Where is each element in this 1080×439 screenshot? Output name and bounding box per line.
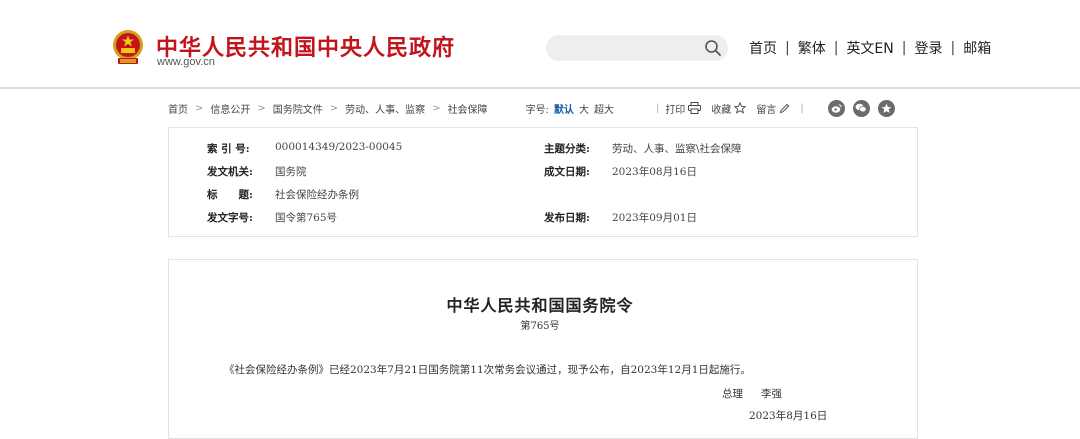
breadcrumb-item-social-security[interactable]: 社会保障 [448,101,488,116]
site-header: 中华人民共和国中央人民政府 www.gov.cn 首页 | 繁体 | 英文EN … [0,0,1080,88]
nav-separator: | [901,40,907,56]
comment-label: 留言 [756,104,777,116]
font-size-xlarge-option[interactable]: 超大 [594,101,614,116]
site-domain: www.gov.cn [157,56,215,68]
metadata-label: 标 题: [207,189,253,201]
metadata-value: 国令第765号 [275,212,338,224]
document-number: 第765号 [520,321,560,332]
document-body-text: 《社会保险经办条例》已经2023年7月21日国务院第11次常务会议通过，现予公布… [224,364,751,376]
metadata-value: 2023年08月16日 [612,166,697,178]
print-button[interactable]: 打印 [665,101,702,116]
signature-name: 李强 [761,388,782,400]
pencil-icon [780,103,790,113]
font-size-default-option[interactable]: 默认 [554,101,574,116]
document-title: 中华人民共和国国务院令 [446,296,634,315]
metadata-title-row: 标 题: 社会保险经办条例 [207,187,359,202]
print-label: 打印 [665,104,686,116]
metadata-topic-row: 主题分类: 劳动、人事、监察\社会保障 [544,141,742,156]
search-input[interactable] [546,35,728,61]
wechat-icon[interactable] [852,99,870,117]
metadata-written-date-row: 成文日期: 2023年08月16日 [544,164,697,179]
metadata-value: 社会保险经办条例 [275,189,359,201]
tools-divider: | [655,102,660,114]
favorite-label: 收藏 [711,104,732,116]
weibo-icon[interactable] [827,99,845,117]
breadcrumb-item-info[interactable]: 信息公开 [210,101,250,116]
breadcrumb-separator: > [432,102,441,114]
font-size-large-option[interactable]: 大 [579,101,589,116]
nav-traditional-link[interactable]: 繁体 [798,38,826,58]
metadata-label: 发文字号: [207,212,253,224]
metadata-label: 成文日期: [544,166,590,178]
nav-english-link[interactable]: 英文EN [846,38,893,58]
nav-separator: | [785,40,790,56]
metadata-value: 国务院 [275,166,307,178]
metadata-issuer-row: 发文机关: 国务院 [207,164,307,179]
nav-mail-link[interactable]: 邮箱 [963,38,991,58]
document-signature: 总理 李强 [722,386,782,401]
breadcrumb-separator: > [257,102,266,114]
tools-divider: | [800,102,804,114]
national-emblem-icon[interactable] [110,28,146,68]
font-size-selector: 字号: 默认 大 超大 [526,101,614,116]
metadata-label: 发布日期: [544,212,590,224]
nav-login-link[interactable]: 登录 [914,38,942,58]
signature-title: 总理 [722,388,743,400]
header-divider [0,87,1080,89]
metadata-value: 000014349/2023-00045 [275,141,403,153]
font-size-label: 字号: [525,104,549,116]
share-group [827,99,903,117]
star-icon [734,102,747,114]
breadcrumb-separator: > [329,102,339,114]
page-tools: | 打印 收藏 留言 | [656,101,810,116]
breadcrumb-item-state-council-docs[interactable]: 国务院文件 [273,101,323,116]
document-date: 2023年8月16日 [749,410,828,422]
metadata-published-date-row: 发布日期: 2023年09月01日 [544,210,697,225]
comment-button[interactable]: 留言 [756,101,790,116]
metadata-value: 劳动、人事、监察\社会保障 [612,143,742,155]
breadcrumb-separator: > [195,102,204,114]
sub-toolbar: 首页 > 信息公开 > 国务院文件 > 劳动、人事、监察 > 社会保障 字号: … [168,99,920,117]
metadata-label: 发文机关: [207,166,253,178]
metadata-label: 索 引 号: [207,143,250,155]
printer-icon [688,102,702,114]
top-nav: 首页 | 繁体 | 英文EN | 登录 | 邮箱 [749,38,991,58]
nav-separator: | [833,40,839,56]
nav-separator: | [950,40,956,56]
favorite-button[interactable]: 收藏 [711,101,747,116]
breadcrumb-item-home[interactable]: 首页 [168,101,188,116]
metadata-doc-number-row: 发文字号: 国令第765号 [207,210,337,225]
search-icon[interactable] [704,39,722,57]
metadata-value: 2023年09月01日 [612,212,697,224]
breadcrumb: 首页 > 信息公开 > 国务院文件 > 劳动、人事、监察 > 社会保障 [168,101,488,116]
breadcrumb-item-labor[interactable]: 劳动、人事、监察 [345,101,425,116]
nav-home-link[interactable]: 首页 [749,38,777,58]
metadata-label: 主题分类: [544,143,590,155]
metadata-index-row: 索 引 号: 000014349/2023-00045 [207,141,402,156]
qzone-icon[interactable] [877,99,895,117]
